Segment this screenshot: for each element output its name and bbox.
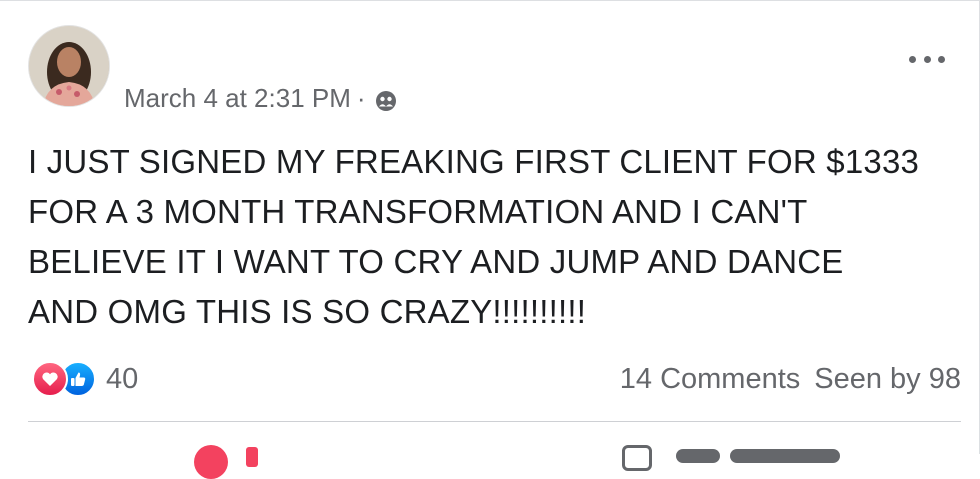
love-action-icon[interactable]: [194, 445, 228, 479]
label-fragment: [676, 449, 720, 463]
meta-separator: ·: [356, 83, 366, 113]
divider: [28, 421, 961, 422]
avatar-image: [29, 26, 109, 106]
label-fragment: [730, 449, 840, 463]
comment-action-icon[interactable]: [622, 445, 652, 471]
comment-action-label[interactable]: [676, 449, 846, 467]
more-dot: [909, 55, 916, 63]
seen-by-link[interactable]: Seen by 98: [814, 363, 961, 396]
post-meta: March 4 at 2:31 PM ·: [124, 83, 398, 114]
comments-count-link[interactable]: 14 Comments: [620, 363, 801, 396]
reactions-summary[interactable]: 40: [32, 361, 138, 397]
love-reaction-icon: [32, 361, 68, 397]
avatar[interactable]: [28, 25, 110, 107]
group-icon: [374, 89, 398, 113]
more-dot: [923, 55, 931, 63]
post-card: March 4 at 2:31 PM · I JUST SIGNED MY FR…: [0, 0, 980, 479]
more-dot: [938, 55, 945, 63]
more-options-icon[interactable]: [909, 49, 945, 69]
post-text: I JUST SIGNED MY FREAKING FIRST CLIENT F…: [28, 143, 920, 330]
love-action-label[interactable]: [246, 447, 258, 467]
post-stats: 14 Comments Seen by 98: [620, 363, 961, 396]
reaction-count: 40: [106, 362, 139, 395]
post-timestamp[interactable]: March 4 at 2:31 PM: [124, 83, 351, 114]
